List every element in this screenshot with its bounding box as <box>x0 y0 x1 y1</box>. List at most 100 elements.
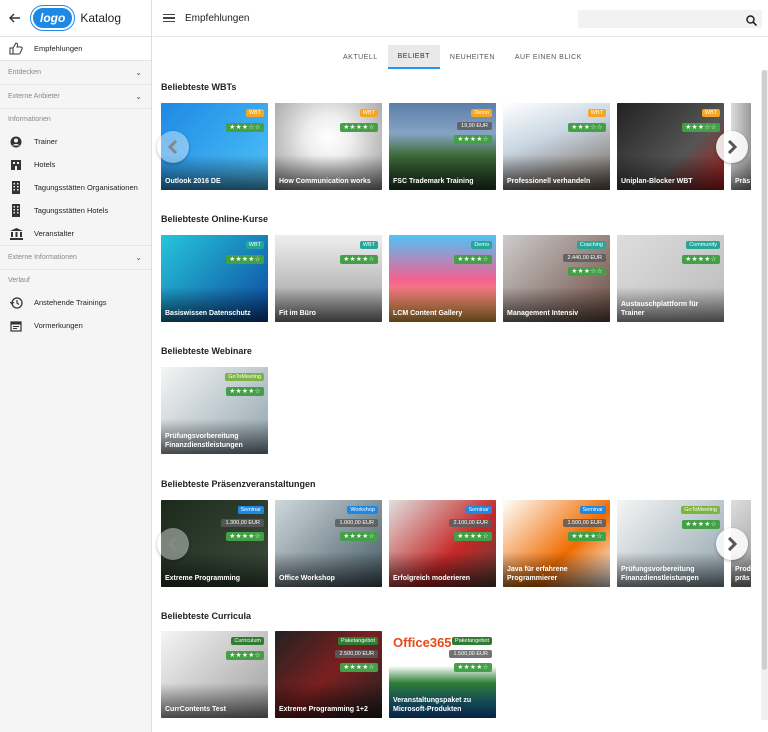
card-title: Management Intensiv <box>507 310 579 317</box>
type-badge: WBT <box>359 241 378 249</box>
course-card[interactable]: WBT ★★★☆☆ Uniplan-Blocker WBT <box>617 103 724 190</box>
rating-stars: ★★★★☆ <box>226 255 264 264</box>
course-card[interactable]: WBT ★★★★☆ How Communication works <box>275 103 382 190</box>
course-card[interactable]: Demo ★★★★☆ LCM Content Gallery <box>389 235 496 322</box>
rating-stars: ★★★★☆ <box>454 532 492 541</box>
section-label: Externe Informationen <box>8 254 77 261</box>
tab-aktuell[interactable]: AKTUELL <box>333 45 388 69</box>
course-card[interactable]: GoToMeeting ★★★★☆ Prüfungsvorbereitung Fin… <box>617 500 724 587</box>
sidebar-item-anstehende-trainings[interactable]: Anstehende Trainings <box>0 291 151 314</box>
card-row: WBT ★★★★☆ Basiswissen Datenschutz WBT ★★★★☆ F… <box>161 235 724 322</box>
course-card[interactable]: Community ★★★★☆ Austauschplattform für Tra… <box>617 235 724 322</box>
type-badge: Paketangebot <box>452 637 492 645</box>
sidebar-section-verlauf: Verlauf <box>0 269 151 291</box>
rating-stars: ★★★★☆ <box>340 123 378 132</box>
course-card[interactable]: Workshop 1.000,00 EUR ★★★★☆ Office Workshop <box>275 500 382 587</box>
scrollbar[interactable] <box>761 70 768 720</box>
course-card[interactable]: GoToMeeting ★★★★☆ Prüfungsvorbereitung Fin… <box>161 367 268 454</box>
course-card[interactable]: Demo 19,90 EUR ★★★★☆ FSC Trademark Training <box>389 103 496 190</box>
rating-stars: ★★★★☆ <box>340 663 378 672</box>
card-title: Erfolgreich moderieren <box>393 575 471 582</box>
sidebar-item-tagungsstaetten-hotels[interactable]: Tagungsstätten Hotels <box>0 199 151 222</box>
section-title: Beliebteste Online-Kurse <box>161 214 269 224</box>
search-icon[interactable] <box>746 13 758 31</box>
section-title: Beliebteste Webinare <box>161 346 252 356</box>
app-title: Katalog <box>80 11 122 25</box>
sidebar-section-externe-informationen[interactable]: Externe Informationen ⌄ <box>0 245 151 269</box>
search-input[interactable] <box>578 10 762 28</box>
type-badge: WBT <box>359 109 378 117</box>
sidebar-item-label: Veranstalter <box>34 229 75 238</box>
price-badge: 1.500,00 EUR <box>449 650 492 658</box>
sidebar-item-hotels[interactable]: Hotels <box>0 153 151 176</box>
type-badge: WBT <box>245 109 264 117</box>
card-title: Prüfungsvorbereitung Finanzdienstleistun… <box>165 433 243 449</box>
sidebar-item-veranstalter[interactable]: Veranstalter <box>0 222 151 245</box>
card-title: Outlook 2016 DE <box>165 178 221 185</box>
card-title: Prod präs <box>735 566 751 582</box>
building-icon <box>8 203 24 219</box>
type-badge: Paketangebot <box>338 637 378 645</box>
card-row: WBT ★★★☆☆ Outlook 2016 DE WBT ★★★★☆ How Commu… <box>161 103 751 190</box>
sidebar-item-empfehlungen[interactable]: Empfehlungen <box>0 37 151 60</box>
rating-stars: ★★★★☆ <box>454 663 492 672</box>
card-title: Office Workshop <box>279 575 335 582</box>
sidebar-item-trainer[interactable]: Trainer <box>0 130 151 153</box>
rating-stars: ★★★★☆ <box>568 532 606 541</box>
back-arrow-icon[interactable] <box>9 10 27 26</box>
course-card[interactable]: Seminar 1.500,00 EUR ★★★★☆ Java für erfahre… <box>503 500 610 587</box>
card-image-text: Office365 <box>393 635 452 650</box>
tab-beliebt[interactable]: BELIEBT <box>387 45 440 69</box>
rating-stars: ★★★☆☆ <box>682 123 720 132</box>
course-card[interactable]: Curriculum ★★★★☆ CurrContents Test <box>161 631 268 718</box>
section-title: Beliebteste WBTs <box>161 82 237 92</box>
carousel-next-button[interactable] <box>716 131 748 163</box>
course-card[interactable]: WBT ★★★☆☆ Professionell verhandeln <box>503 103 610 190</box>
rating-stars: ★★★☆☆ <box>568 123 606 132</box>
type-badge: Demo <box>471 241 492 249</box>
card-title: Extreme Programming <box>165 575 241 582</box>
sidebar-item-label: Vormerkungen <box>34 321 83 330</box>
logo[interactable]: logo <box>31 6 75 30</box>
type-badge: Community <box>686 241 720 249</box>
scrollbar-thumb[interactable] <box>762 70 767 670</box>
type-badge: Seminar <box>465 506 492 514</box>
card-title: How Communication works <box>279 178 371 185</box>
course-card[interactable]: Coaching 2.440,00 EUR ★★★☆☆ Management Inte… <box>503 235 610 322</box>
tab-auf-einen-blick[interactable]: AUF EINEN BLICK <box>505 45 592 69</box>
building-icon <box>8 180 24 196</box>
sidebar-item-label: Hotels <box>34 160 56 169</box>
sidebar-section-entdecken[interactable]: Entdecken ⌄ <box>0 60 151 84</box>
sidebar-section-externe-anbieter[interactable]: Externe Anbieter ⌄ <box>0 84 151 108</box>
sidebar-item-tagungsstaetten-organisationen[interactable]: Tagungsstätten Organisationen <box>0 176 151 199</box>
price-badge: 19,90 EUR <box>457 122 492 130</box>
card-title: FSC Trademark Training <box>393 178 474 185</box>
type-badge: GoToMeeting <box>225 373 264 381</box>
rating-stars: ★★★★☆ <box>454 255 492 264</box>
sidebar-item-vormerkungen[interactable]: Vormerkungen <box>0 314 151 337</box>
top-bar: Empfehlungen <box>153 0 768 37</box>
course-card[interactable]: WBT ★★★★☆ Fit im Büro <box>275 235 382 322</box>
section-label: Entdecken <box>8 69 42 76</box>
rating-stars: ★★★☆☆ <box>226 123 264 132</box>
rating-stars: ★★★★☆ <box>682 520 720 529</box>
hotel-icon <box>8 157 24 173</box>
section-title: Beliebteste Curricula <box>161 611 252 621</box>
sidebar-item-label: Trainer <box>34 137 58 146</box>
sidebar-item-label: Tagungsstätten Hotels <box>34 206 109 215</box>
course-card[interactable]: Seminar 2.100,00 EUR ★★★★☆ Erfolgreich mode… <box>389 500 496 587</box>
price-badge: 1.300,00 EUR <box>221 519 264 527</box>
rating-stars: ★★★★☆ <box>682 255 720 264</box>
tab-neuheiten[interactable]: NEUHEITEN <box>440 45 505 69</box>
rating-stars: ★★★★☆ <box>226 651 264 660</box>
card-title: Basiswissen Datenschutz <box>165 310 251 317</box>
chevron-down-icon: ⌄ <box>135 253 142 262</box>
card-title: CurrContents Test <box>165 706 226 713</box>
carousel-prev-button[interactable] <box>157 131 189 163</box>
course-card[interactable]: Office365 Paketangebot 1.500,00 EUR ★★★★☆ Ve… <box>389 631 496 718</box>
carousel-next-button[interactable] <box>716 528 748 560</box>
course-card[interactable]: WBT ★★★★☆ Basiswissen Datenschutz <box>161 235 268 322</box>
hamburger-menu-icon[interactable] <box>163 13 175 23</box>
course-card[interactable]: Paketangebot 2.500,00 EUR ★★★★☆ Extreme Pro… <box>275 631 382 718</box>
carousel-prev-button[interactable] <box>157 528 189 560</box>
